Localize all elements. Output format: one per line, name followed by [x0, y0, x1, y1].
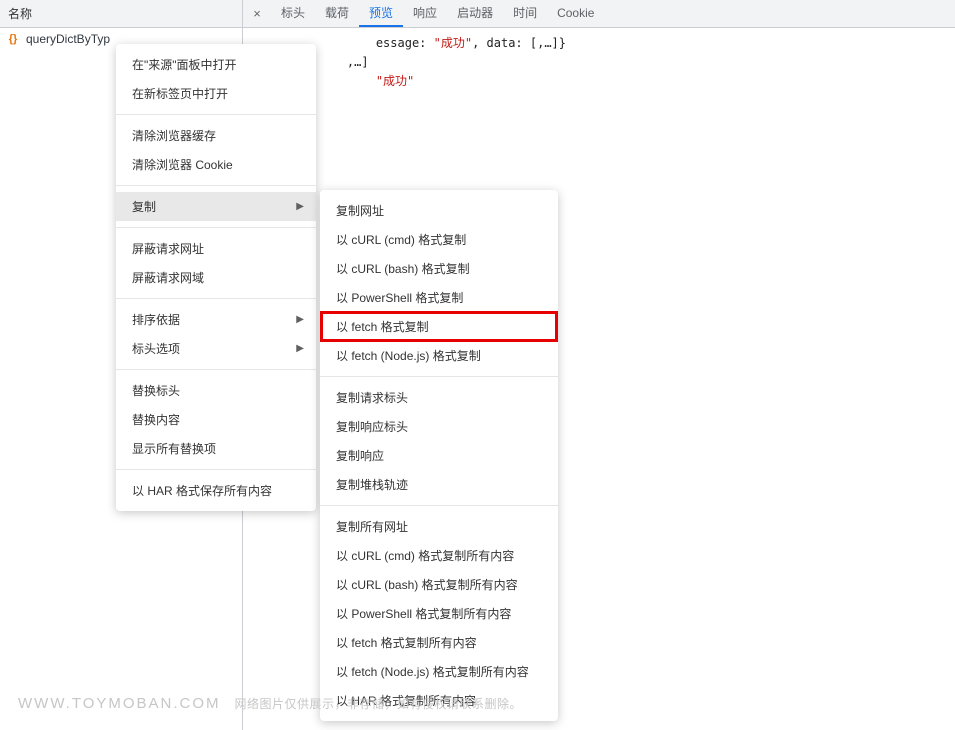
menu-open-in-sources[interactable]: 在"来源"面板中打开 — [116, 50, 316, 79]
watermark: www.toymoban.com 网络图片仅供展示，非存储，如有侵权请联系删除。 — [18, 695, 522, 712]
menu-header-options[interactable]: 标头选项 ▶ — [116, 334, 316, 363]
menu-block-url[interactable]: 屏蔽请求网址 — [116, 234, 316, 263]
menu-copy-all-fetch-nodejs[interactable]: 以 fetch (Node.js) 格式复制所有内容 — [320, 657, 558, 686]
menu-separator — [116, 185, 316, 186]
tab-preview[interactable]: 预览 — [359, 0, 403, 27]
json-icon: {} — [6, 32, 20, 46]
menu-separator — [320, 505, 558, 506]
menu-open-in-new-tab[interactable]: 在新标签页中打开 — [116, 79, 316, 108]
menu-override-headers[interactable]: 替换标头 — [116, 376, 316, 405]
menu-override-content[interactable]: 替换内容 — [116, 405, 316, 434]
menu-separator — [116, 114, 316, 115]
tab-cookies[interactable]: Cookie — [547, 0, 604, 27]
menu-copy-url[interactable]: 复制网址 — [320, 196, 558, 225]
menu-clear-cache[interactable]: 清除浏览器缓存 — [116, 121, 316, 150]
menu-copy-all-powershell[interactable]: 以 PowerShell 格式复制所有内容 — [320, 599, 558, 628]
tab-timing[interactable]: 时间 — [503, 0, 547, 27]
menu-sort-by[interactable]: 排序依据 ▶ — [116, 305, 316, 334]
menu-copy-response[interactable]: 复制响应 — [320, 441, 558, 470]
menu-clear-cookies[interactable]: 清除浏览器 Cookie — [116, 150, 316, 179]
context-menu-primary: 在"来源"面板中打开 在新标签页中打开 清除浏览器缓存 清除浏览器 Cookie… — [116, 44, 316, 511]
detail-tabs: × 标头 载荷 预览 响应 启动器 时间 Cookie — [243, 0, 955, 27]
menu-separator — [116, 369, 316, 370]
menu-copy-all-curl-bash[interactable]: 以 cURL (bash) 格式复制所有内容 — [320, 570, 558, 599]
menu-copy-all-fetch[interactable]: 以 fetch 格式复制所有内容 — [320, 628, 558, 657]
menu-copy-curl-bash[interactable]: 以 cURL (bash) 格式复制 — [320, 254, 558, 283]
menu-save-har[interactable]: 以 HAR 格式保存所有内容 — [116, 476, 316, 505]
menu-copy-fetch-nodejs[interactable]: 以 fetch (Node.js) 格式复制 — [320, 341, 558, 370]
menu-copy[interactable]: 复制 ▶ — [116, 192, 316, 221]
chevron-right-icon: ▶ — [296, 314, 304, 325]
watermark-text: 网络图片仅供展示，非存储，如有侵权请联系删除。 — [235, 695, 523, 712]
menu-copy-label: 复制 — [132, 198, 156, 215]
menu-header-options-label: 标头选项 — [132, 340, 180, 357]
tab-response[interactable]: 响应 — [403, 0, 447, 27]
menu-copy-all-urls[interactable]: 复制所有网址 — [320, 512, 558, 541]
chevron-right-icon: ▶ — [296, 343, 304, 354]
tab-payload[interactable]: 载荷 — [315, 0, 359, 27]
menu-copy-request-headers[interactable]: 复制请求标头 — [320, 383, 558, 412]
menu-separator — [116, 298, 316, 299]
menu-show-all-overrides[interactable]: 显示所有替换项 — [116, 434, 316, 463]
column-header-name: 名称 — [0, 0, 243, 27]
menu-copy-powershell[interactable]: 以 PowerShell 格式复制 — [320, 283, 558, 312]
menu-copy-all-curl-cmd[interactable]: 以 cURL (cmd) 格式复制所有内容 — [320, 541, 558, 570]
menu-separator — [320, 376, 558, 377]
menu-copy-response-headers[interactable]: 复制响应标头 — [320, 412, 558, 441]
tab-headers[interactable]: 标头 — [271, 0, 315, 27]
watermark-site: www.toymoban.com — [18, 695, 221, 712]
menu-copy-fetch[interactable]: 以 fetch 格式复制 — [320, 312, 558, 341]
request-name: queryDictByTyp — [26, 32, 110, 46]
close-icon[interactable]: × — [243, 0, 271, 27]
menu-copy-curl-cmd[interactable]: 以 cURL (cmd) 格式复制 — [320, 225, 558, 254]
chevron-right-icon: ▶ — [296, 201, 304, 212]
menu-copy-stack-trace[interactable]: 复制堆栈轨迹 — [320, 470, 558, 499]
menu-sort-by-label: 排序依据 — [132, 311, 180, 328]
context-menu-copy-submenu: 复制网址 以 cURL (cmd) 格式复制 以 cURL (bash) 格式复… — [320, 190, 558, 721]
header-bar: 名称 × 标头 载荷 预览 响应 启动器 时间 Cookie — [0, 0, 955, 28]
menu-separator — [116, 227, 316, 228]
menu-block-domain[interactable]: 屏蔽请求网域 — [116, 263, 316, 292]
tab-initiator[interactable]: 启动器 — [447, 0, 503, 27]
menu-separator — [116, 469, 316, 470]
